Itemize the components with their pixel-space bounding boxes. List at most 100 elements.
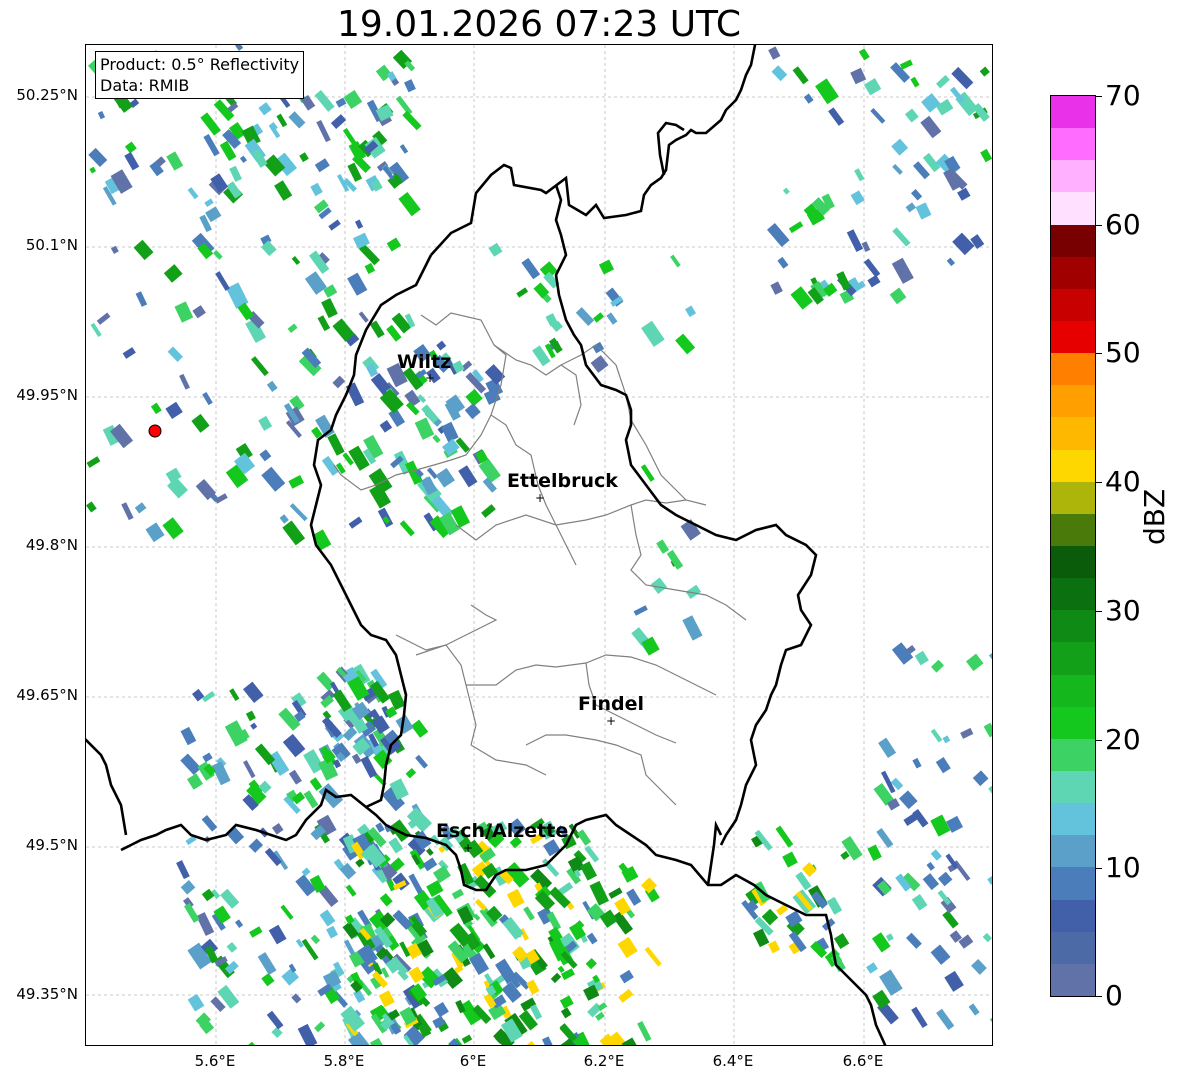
echo-cell	[987, 874, 992, 885]
echo-cell	[180, 726, 197, 746]
echo-cell	[353, 989, 366, 1004]
radar-map[interactable]	[85, 44, 993, 1046]
echo-cell	[328, 219, 341, 231]
echo-cell	[617, 936, 638, 959]
echo-cell	[867, 274, 881, 288]
colorbar-segment	[1051, 128, 1095, 161]
echo-cell	[892, 227, 911, 247]
echo-cell	[775, 825, 794, 848]
echo-cell	[176, 860, 190, 880]
echo-cell	[215, 271, 230, 291]
lat-label: 49.8°N	[25, 536, 78, 554]
echo-cell	[235, 45, 244, 51]
echo-cell	[863, 258, 881, 278]
echo-cell	[174, 301, 194, 323]
echo-cell	[876, 828, 894, 849]
echo-cell	[358, 311, 369, 323]
echo-cell	[930, 728, 943, 743]
echo-cell	[297, 1023, 318, 1045]
echo-cell	[187, 773, 203, 790]
echo-cell	[261, 466, 286, 492]
echo-cell	[310, 934, 321, 945]
echo-cell	[411, 719, 429, 738]
echo-cell	[952, 232, 975, 256]
echo-cell	[891, 138, 909, 156]
echo-cell	[163, 264, 183, 283]
echo-cell	[891, 642, 914, 665]
echo-cell	[205, 206, 222, 223]
echo-cell	[121, 502, 134, 521]
echo-cell	[972, 770, 989, 787]
echo-cell	[422, 857, 438, 872]
echo-cell	[299, 152, 309, 163]
echo-cell	[274, 180, 293, 201]
colorbar-segment	[1051, 867, 1095, 900]
colorbar-segment	[1051, 545, 1095, 579]
echo-cell	[96, 312, 111, 325]
colorbar-tick-mark	[1096, 740, 1102, 741]
lat-label: 49.65°N	[16, 686, 78, 704]
echo-cell	[920, 115, 942, 139]
echo-cell	[782, 851, 798, 868]
echo-cell	[135, 291, 148, 307]
echo-cell	[258, 415, 273, 431]
echo-cell	[516, 287, 529, 298]
echo-cell	[124, 152, 140, 171]
echo-cell	[196, 912, 215, 936]
echo-cell	[618, 988, 634, 1003]
echo-cell	[229, 165, 242, 182]
city-marker-esch-alzette: +	[463, 841, 474, 855]
echo-cell	[911, 1006, 928, 1029]
echo-cell	[641, 320, 665, 347]
echo-cell	[891, 257, 914, 284]
echo-cell	[426, 880, 444, 897]
echo-cell	[904, 108, 919, 123]
echo-cell	[402, 110, 422, 131]
echo-cell	[521, 257, 541, 280]
colorbar-segment	[1051, 706, 1095, 739]
echo-cell	[415, 754, 429, 769]
echo-cell	[644, 946, 662, 967]
echo-cell	[314, 158, 330, 173]
echo-cell	[458, 465, 478, 488]
echo-cell	[461, 1034, 473, 1044]
colorbar-segment	[1051, 963, 1095, 996]
echo-cell	[229, 688, 240, 701]
echo-cell	[957, 187, 971, 201]
echo-cell	[281, 968, 300, 986]
echo-cell	[266, 1010, 284, 1030]
colorbar-tick-mark	[1096, 482, 1102, 483]
echo-cell	[885, 933, 894, 942]
echo-cell	[245, 710, 256, 722]
echo-cell	[980, 148, 992, 163]
echo-cell	[930, 659, 944, 673]
echo-cell	[258, 102, 272, 116]
echo-cell	[343, 90, 363, 109]
lon-label: 6.2°E	[583, 1052, 625, 1070]
echo-cell	[248, 838, 263, 853]
echo-cell	[309, 777, 323, 791]
echo-cell	[289, 503, 308, 522]
echo-cell	[960, 727, 974, 739]
echo-cell	[899, 59, 913, 70]
city-label-wiltz: Wiltz	[397, 351, 452, 373]
colorbar-segment	[1051, 385, 1095, 418]
echo-cell	[637, 1020, 652, 1042]
colorbar-label: dBZ	[1138, 488, 1171, 545]
echo-cell	[435, 467, 455, 488]
colorbar-segment	[1051, 642, 1095, 675]
echo-cell	[268, 924, 287, 945]
echo-cell	[870, 108, 886, 124]
echo-cell	[250, 722, 258, 730]
echo-cell	[187, 993, 205, 1012]
echo-cell	[279, 514, 289, 524]
colorbar-segment	[1051, 353, 1095, 386]
echo-cell	[398, 191, 421, 217]
echo-cell	[399, 520, 415, 537]
echo-cell	[440, 421, 459, 443]
echo-cell	[295, 938, 304, 948]
echo-cell	[210, 173, 228, 193]
echo-cell	[936, 74, 950, 89]
lon-label: 5.8°E	[323, 1052, 365, 1070]
echo-cell	[682, 615, 703, 641]
